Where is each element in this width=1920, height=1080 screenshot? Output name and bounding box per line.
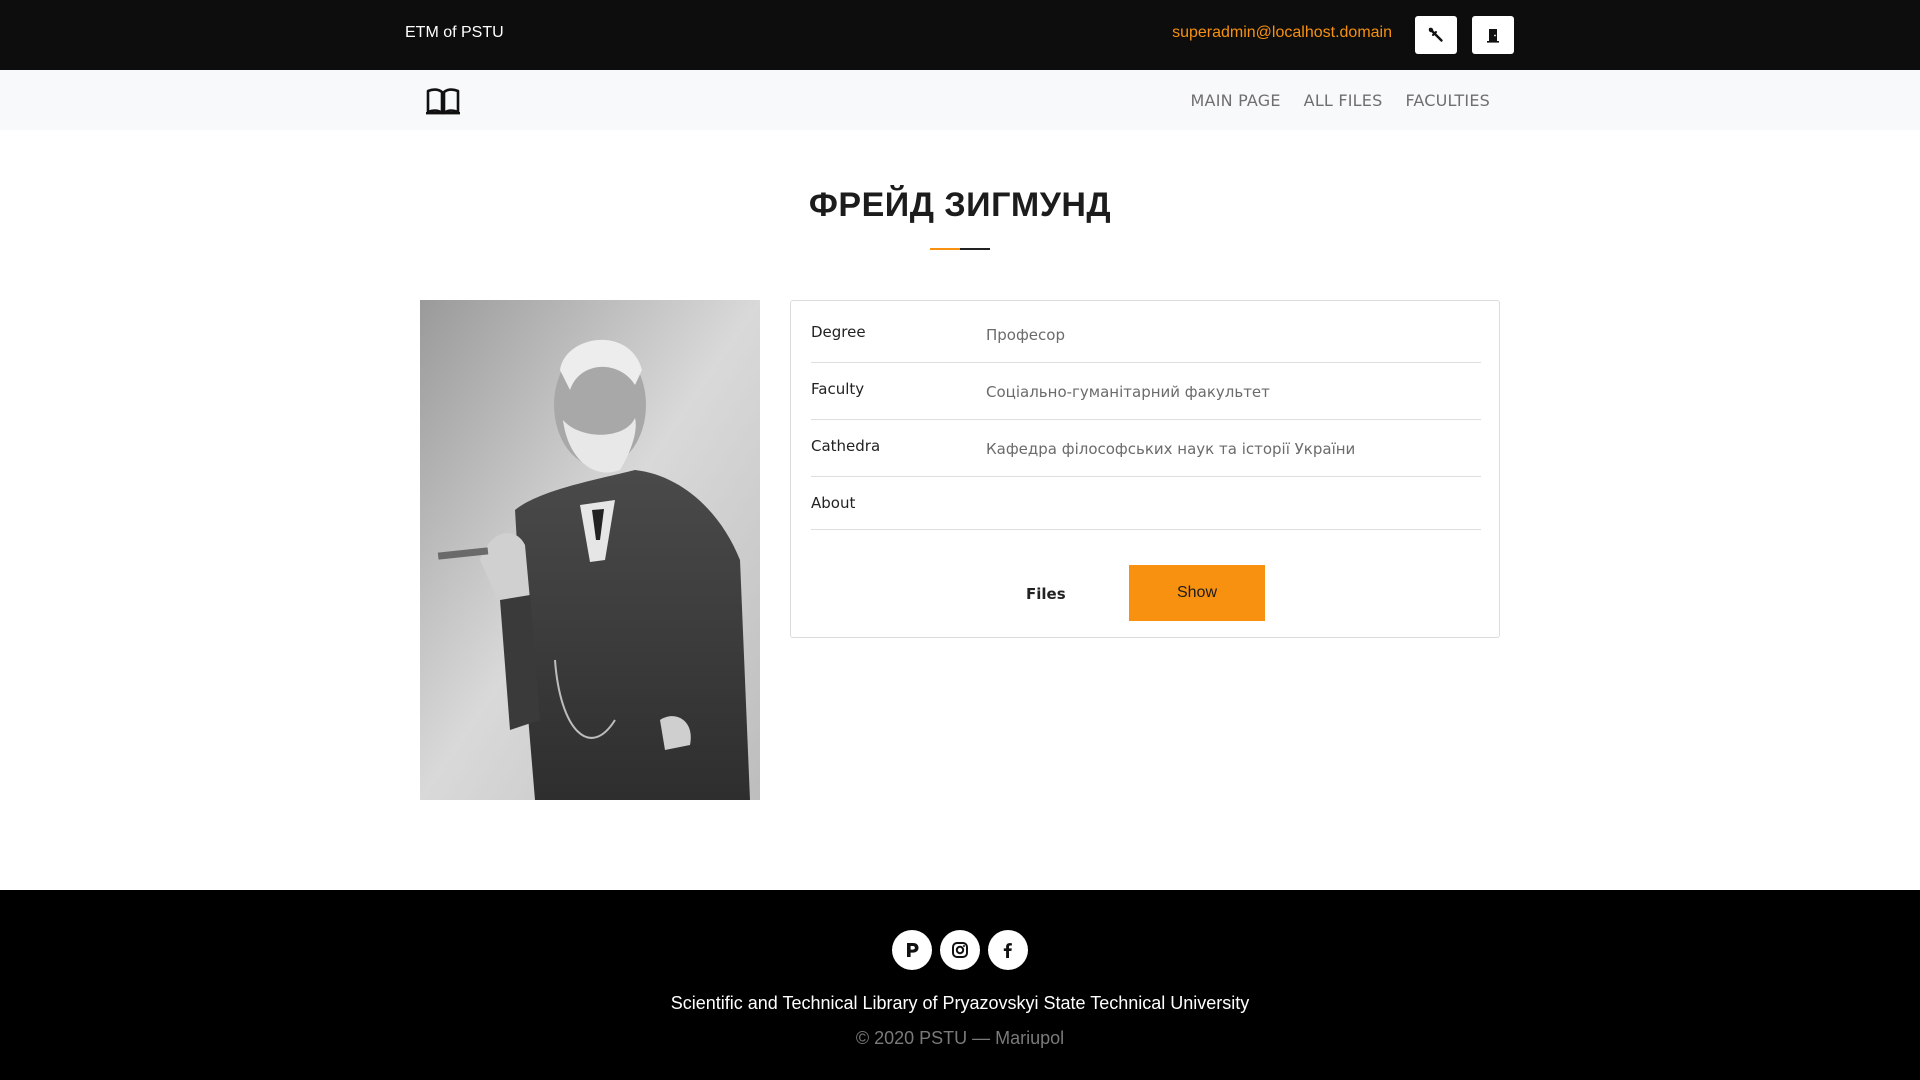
info-row-cathedra: Cathedra Кафедра філософських наук та іс… — [811, 420, 1481, 477]
cathedra-value: Кафедра філософських наук та історії Укр… — [986, 440, 1356, 458]
admin-tools-button[interactable] — [1415, 16, 1457, 54]
logout-button[interactable] — [1472, 16, 1514, 54]
nav-links: MAIN PAGE ALL FILES FACULTIES — [1191, 70, 1490, 130]
nav-all-files[interactable]: ALL FILES — [1304, 91, 1383, 110]
social-link-facebook[interactable] — [988, 930, 1028, 970]
social-link-p[interactable] — [892, 930, 932, 970]
faculty-label: Faculty — [811, 380, 865, 398]
degree-value: Професор — [986, 326, 1065, 344]
page-title: ФРЕЙД ЗИГМУНД — [808, 186, 1112, 224]
profile-info-card: Degree Професор Faculty Соціально-гумані… — [790, 300, 1500, 638]
p-logo-icon — [907, 943, 919, 957]
info-row-degree: Degree Професор — [811, 301, 1481, 363]
door-exit-icon — [1487, 29, 1499, 43]
files-label: Files — [1026, 585, 1066, 603]
footer: Scientific and Technical Library of Prya… — [0, 890, 1920, 1080]
nav-faculties[interactable]: FACULTIES — [1405, 91, 1490, 110]
about-label: About — [811, 494, 856, 512]
faculty-value: Соціально-гуманітарний факультет — [986, 383, 1270, 401]
footer-organization-name: Scientific and Technical Library of Prya… — [670, 993, 1250, 1013]
cathedra-label: Cathedra — [811, 437, 881, 455]
footer-copyright: © 2020 PSTU — Mariupol — [855, 1028, 1065, 1048]
facebook-icon — [1003, 943, 1012, 958]
info-row-about: About — [811, 477, 1481, 530]
top-bar: ETM of PSTU superadmin@localhost.domain — [0, 0, 1920, 70]
instagram-icon — [952, 942, 968, 958]
nav-bar: MAIN PAGE ALL FILES FACULTIES — [0, 70, 1920, 130]
info-row-faculty: Faculty Соціально-гуманітарний факультет — [811, 363, 1481, 420]
brand-title[interactable]: ETM of PSTU — [405, 24, 504, 42]
show-files-button[interactable]: Show — [1129, 565, 1265, 621]
social-link-instagram[interactable] — [940, 930, 980, 970]
title-divider — [930, 248, 990, 250]
open-book-icon[interactable] — [425, 86, 461, 116]
degree-label: Degree — [811, 323, 866, 341]
nav-main-page[interactable]: MAIN PAGE — [1191, 91, 1281, 110]
user-email-link[interactable]: superadmin@localhost.domain — [1172, 24, 1392, 42]
profile-photo — [420, 300, 760, 800]
wrench-icon — [1428, 27, 1443, 42]
